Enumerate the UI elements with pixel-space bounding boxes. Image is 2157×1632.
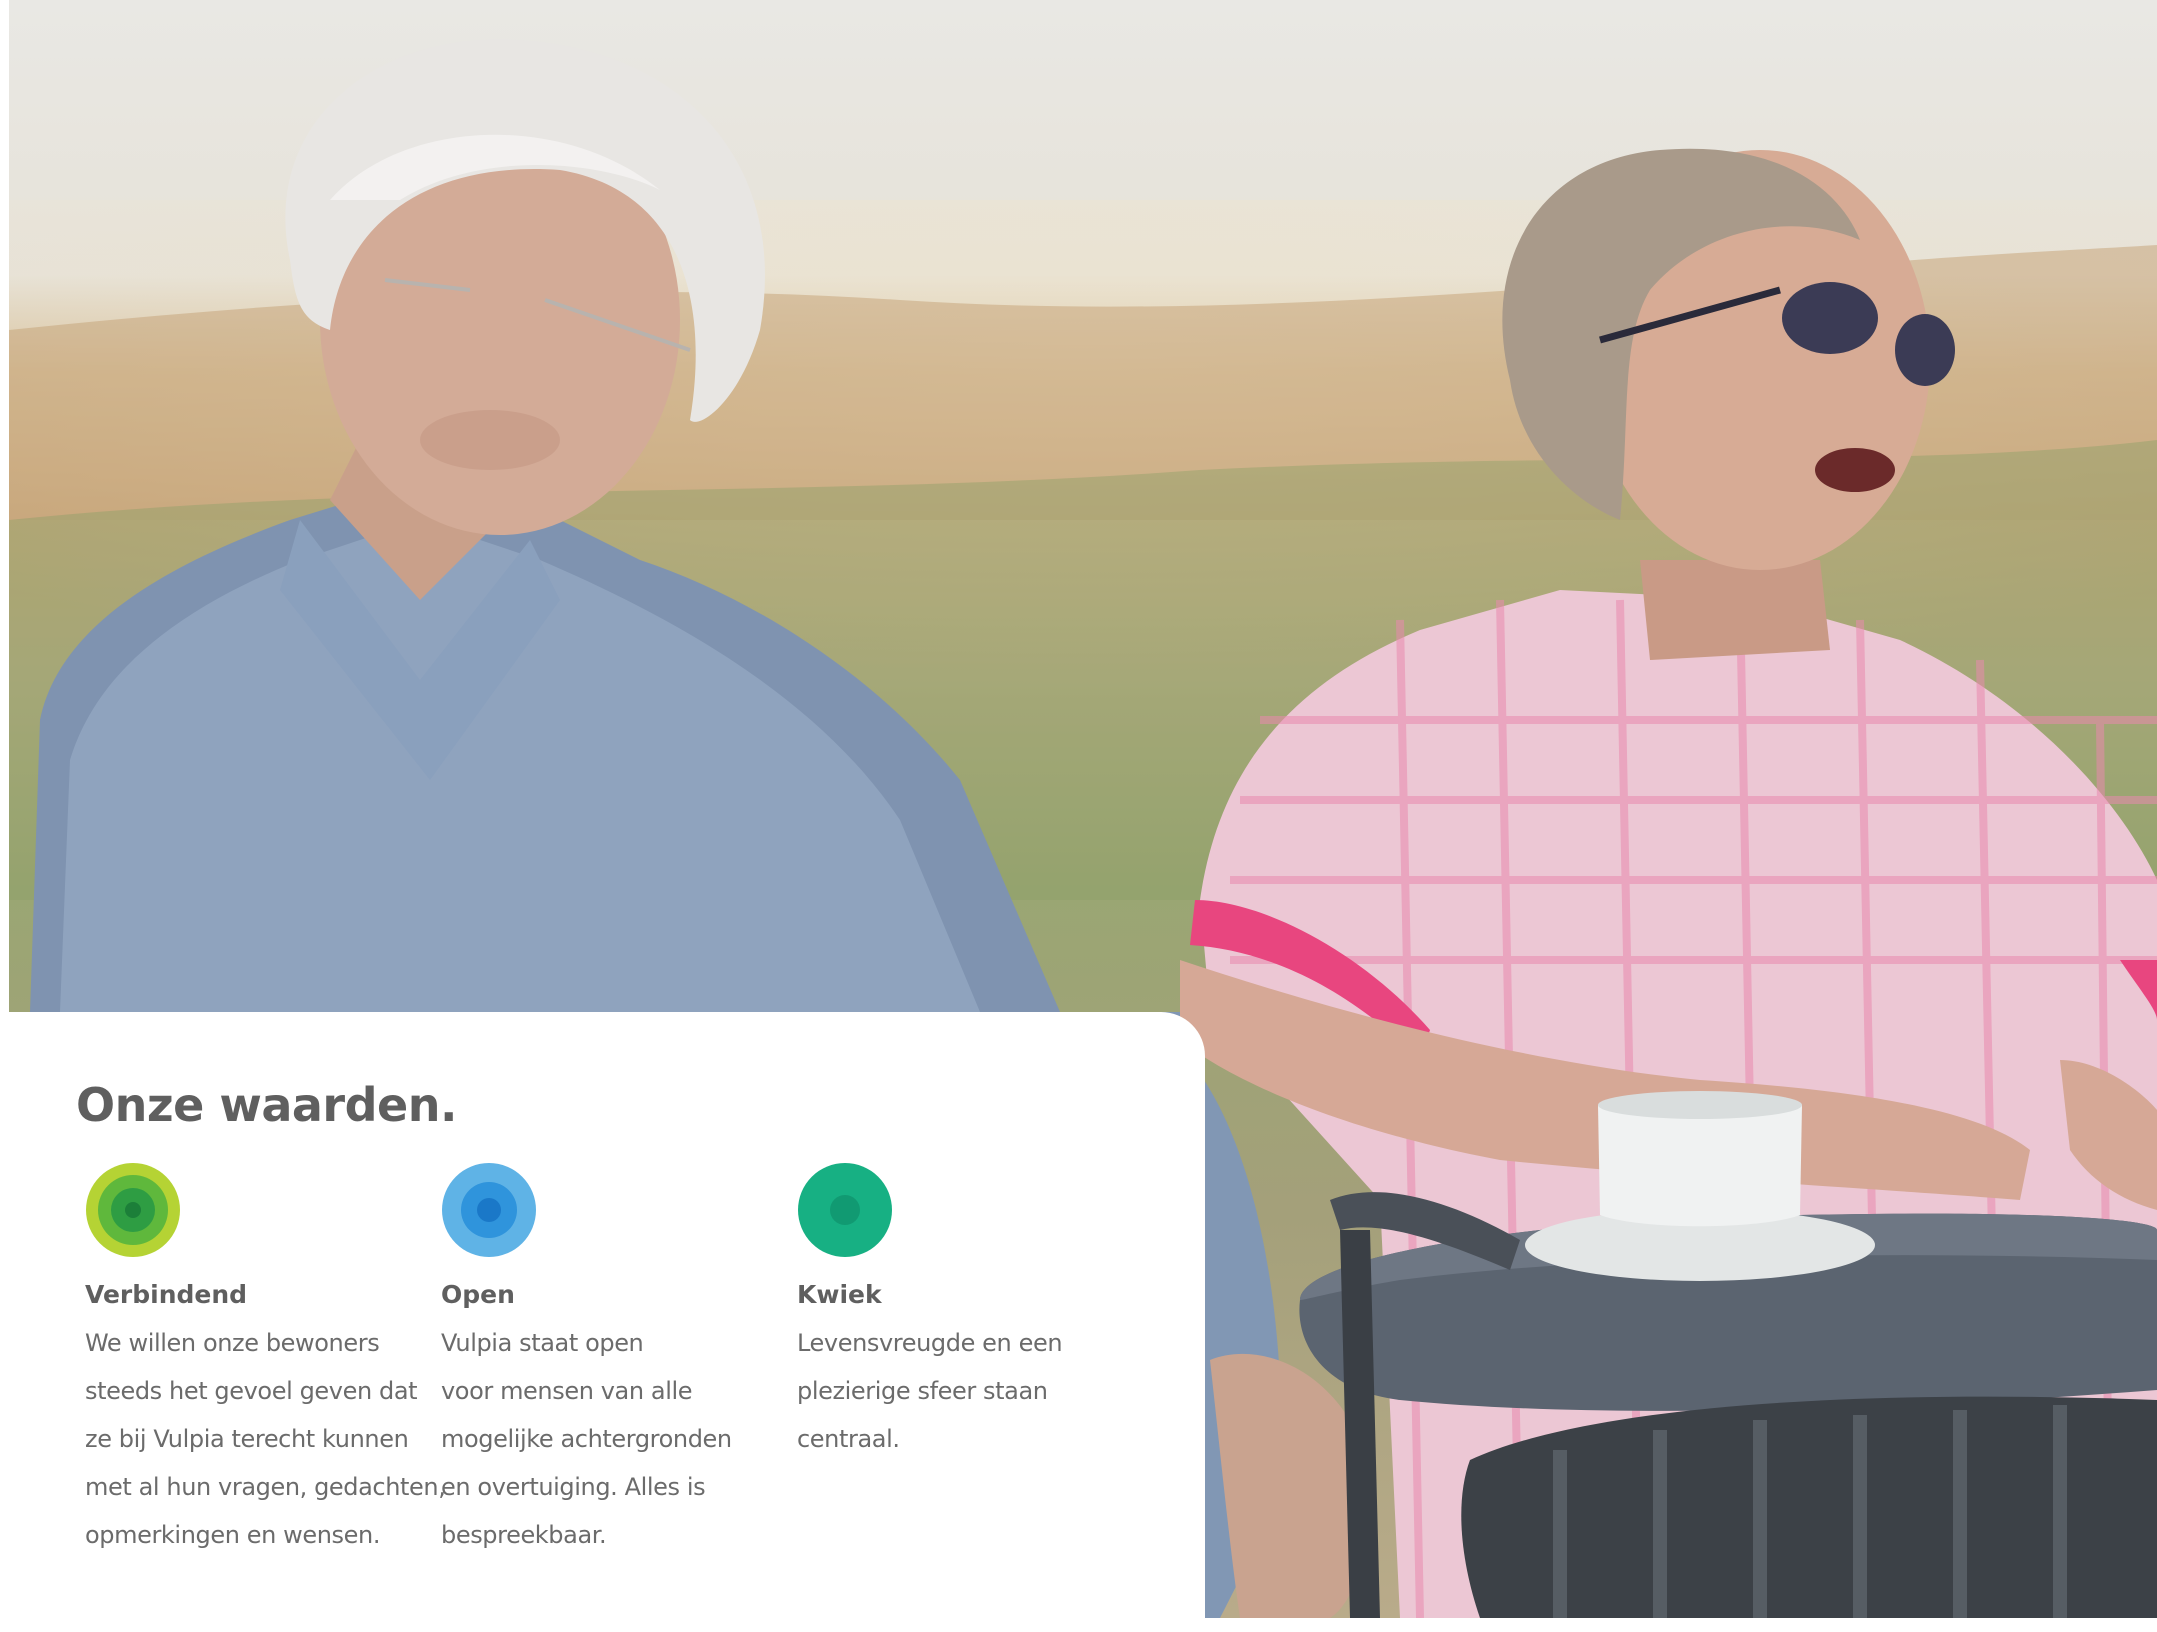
concentric-circles-blue-icon — [442, 1163, 536, 1257]
value-verbindend: Verbindend We willen onze bewoners steed… — [85, 1162, 446, 1559]
description-line: mogelijke achtergronden — [441, 1425, 732, 1453]
description-line: plezierige sfeer staan — [797, 1377, 1048, 1405]
description-line: bespreekbaar. — [441, 1521, 607, 1549]
description-line: voor mensen van alle — [441, 1377, 693, 1405]
value-kwiek: Kwiek Levensvreugde en een plezierige sf… — [797, 1162, 1147, 1463]
value-title: Kwiek — [797, 1280, 882, 1309]
value-description: We willen onze bewoners steeds het gevoe… — [85, 1319, 446, 1559]
description-line: centraal. — [797, 1425, 900, 1453]
concentric-circles-teal-icon — [798, 1163, 892, 1257]
value-open: Open Vulpia staat open voor mensen van a… — [441, 1162, 791, 1559]
value-title: Verbindend — [85, 1280, 248, 1309]
description-line: Levensvreugde en een — [797, 1329, 1063, 1357]
value-title: Open — [441, 1280, 515, 1309]
description-line: en overtuiging. Alles is — [441, 1473, 706, 1501]
description-line: met al hun vragen, gedachten, — [85, 1473, 446, 1501]
description-line: ze bij Vulpia terecht kunnen — [85, 1425, 409, 1453]
description-line: We willen onze bewoners — [85, 1329, 380, 1357]
description-line: steeds het gevoel geven dat — [85, 1377, 418, 1405]
section-heading: Onze waarden. — [76, 1078, 457, 1132]
description-line: opmerkingen en wensen. — [85, 1521, 381, 1549]
value-description: Levensvreugde en een plezierige sfeer st… — [797, 1319, 1147, 1463]
value-description: Vulpia staat open voor mensen van alle m… — [441, 1319, 791, 1559]
description-line: Vulpia staat open — [441, 1329, 644, 1357]
concentric-circles-green-icon — [86, 1163, 180, 1257]
